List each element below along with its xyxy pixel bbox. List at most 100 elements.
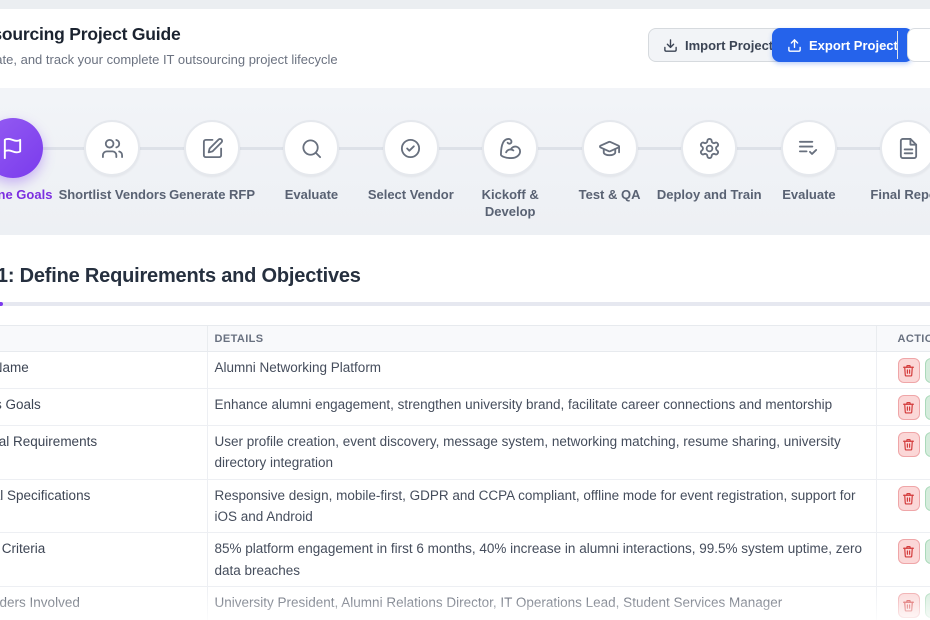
- trash-icon: [902, 364, 915, 377]
- step-define-goals: Define Goals: [0, 120, 62, 221]
- header-divider: [897, 31, 898, 59]
- row-details: Alumni Networking Platform: [207, 352, 876, 389]
- step-label: Evaluate: [782, 187, 835, 204]
- edit-row-button[interactable]: [925, 486, 930, 511]
- row-details: Responsive design, mobile-first, GDPR an…: [207, 479, 876, 533]
- step-circle-evaluate-1[interactable]: [283, 120, 339, 176]
- row-details: 85% platform engagement in first 6 month…: [207, 533, 876, 587]
- header-extra-button[interactable]: [907, 28, 930, 62]
- stepper-steps: Define Goals Shortlist Vendors Generate …: [0, 88, 930, 221]
- upload-icon: [787, 38, 802, 53]
- top-strip: [0, 0, 930, 9]
- column-header-details: Details: [207, 326, 876, 352]
- edit-row-button[interactable]: [925, 358, 930, 383]
- trash-icon: [902, 438, 915, 451]
- download-icon: [663, 38, 678, 53]
- step-evaluate-2: Evaluate: [759, 120, 858, 221]
- step-generate-rfp: Generate RFP: [162, 120, 261, 221]
- row-field-label: Technical Specifications: [0, 479, 207, 533]
- step-circle-deploy-train[interactable]: [681, 120, 737, 176]
- page-title: IT Outsourcing Project Guide: [0, 24, 180, 45]
- delete-row-button[interactable]: [898, 395, 921, 420]
- graduation-cap-icon: [598, 137, 621, 160]
- step-kickoff-develop: Kickoff & Develop: [461, 120, 560, 221]
- trash-icon: [902, 492, 915, 505]
- step-shortlist-vendors: Shortlist Vendors: [62, 120, 162, 221]
- table-row-functional-requirements: Functional Requirements User profile cre…: [0, 426, 930, 480]
- file-text-icon: [897, 137, 920, 160]
- delete-row-button[interactable]: [898, 432, 921, 457]
- step-circle-define-goals[interactable]: [0, 118, 43, 178]
- step-label: Define Goals: [0, 187, 52, 204]
- row-details: University President, Alumni Relations D…: [207, 586, 876, 620]
- step-circle-select-vendor[interactable]: [383, 120, 439, 176]
- page-subtitle: Plan, create, and track your complete IT…: [0, 52, 338, 67]
- progress-bar-fill: [0, 302, 3, 306]
- trash-icon: [902, 599, 915, 612]
- gear-icon: [698, 137, 721, 160]
- page-header: IT Outsourcing Project Guide Plan, creat…: [0, 9, 930, 88]
- check-circle-icon: [399, 137, 422, 160]
- step-label: Select Vendor: [368, 187, 454, 204]
- trash-icon: [902, 545, 915, 558]
- list-check-icon: [797, 137, 820, 160]
- step-circle-kickoff-develop[interactable]: [482, 120, 538, 176]
- table-row-project-name: Project Name Alumni Networking Platform: [0, 352, 930, 389]
- step-content: Step 1: Define Requirements and Objectiv…: [0, 235, 930, 620]
- edit-row-button[interactable]: [925, 539, 930, 564]
- table-header-row: Details Actions: [0, 326, 930, 352]
- row-field-label: Stakeholders Involved: [0, 586, 207, 620]
- step-circle-test-qa[interactable]: [582, 120, 638, 176]
- step-label: Generate RFP: [169, 187, 255, 204]
- app-window: IT Outsourcing Project Guide Plan, creat…: [0, 0, 930, 620]
- section-heading: Step 1: Define Requirements and Objectiv…: [0, 265, 930, 288]
- row-field-label: Business Goals: [0, 389, 207, 426]
- row-field-label: Project Name: [0, 352, 207, 389]
- step-label: Test & QA: [579, 187, 641, 204]
- users-icon: [101, 137, 124, 160]
- page-viewport: IT Outsourcing Project Guide Plan, creat…: [0, 0, 930, 620]
- import-project-label: Import Project: [685, 38, 773, 53]
- progress-bar: [0, 302, 930, 306]
- import-project-button[interactable]: Import Project: [648, 28, 788, 62]
- export-project-label: Export Project: [809, 38, 898, 53]
- delete-row-button[interactable]: [898, 486, 921, 511]
- row-details: Enhance alumni engagement, strengthen un…: [207, 389, 876, 426]
- step-circle-final-report[interactable]: [880, 120, 930, 176]
- table-row-stakeholders-involved: Stakeholders Involved University Preside…: [0, 586, 930, 620]
- step-final-report: Final Report: [859, 120, 930, 221]
- trash-icon: [902, 401, 915, 414]
- flag-icon: [1, 137, 24, 160]
- edit-row-button[interactable]: [925, 395, 930, 420]
- edit-row-button[interactable]: [925, 432, 930, 457]
- step-circle-generate-rfp[interactable]: [184, 120, 240, 176]
- delete-row-button[interactable]: [898, 539, 921, 564]
- table-row-success-criteria: Success Criteria 85% platform engagement…: [0, 533, 930, 587]
- step-test-qa: Test & QA: [560, 120, 659, 221]
- search-icon: [300, 137, 323, 160]
- step-label: Evaluate: [285, 187, 338, 204]
- requirements-table: Details Actions Project Name Alumni Netw…: [0, 325, 930, 620]
- step-circle-shortlist-vendors[interactable]: [84, 120, 140, 176]
- table-row-business-goals: Business Goals Enhance alumni engagement…: [0, 389, 930, 426]
- edit-row-button[interactable]: [925, 593, 930, 618]
- step-label: Final Report: [870, 187, 930, 204]
- square-pen-icon: [201, 137, 224, 160]
- delete-row-button[interactable]: [898, 358, 921, 383]
- table-row-technical-specifications: Technical Specifications Responsive desi…: [0, 479, 930, 533]
- column-header-actions: Actions: [876, 326, 930, 352]
- row-details: User profile creation, event discovery, …: [207, 426, 876, 480]
- export-project-button[interactable]: Export Project: [772, 28, 913, 62]
- row-field-label: Success Criteria: [0, 533, 207, 587]
- step-label: Deploy and Train: [657, 187, 762, 204]
- step-circle-evaluate-2[interactable]: [781, 120, 837, 176]
- column-header-field: [0, 326, 207, 352]
- step-label: Shortlist Vendors: [59, 187, 167, 204]
- row-field-label: Functional Requirements: [0, 426, 207, 480]
- step-label: Kickoff & Develop: [473, 187, 547, 221]
- step-select-vendor: Select Vendor: [361, 120, 460, 221]
- project-stepper: Define Goals Shortlist Vendors Generate …: [0, 88, 930, 235]
- biceps-icon: [499, 137, 522, 160]
- step-deploy-train: Deploy and Train: [659, 120, 759, 221]
- delete-row-button[interactable]: [898, 593, 921, 618]
